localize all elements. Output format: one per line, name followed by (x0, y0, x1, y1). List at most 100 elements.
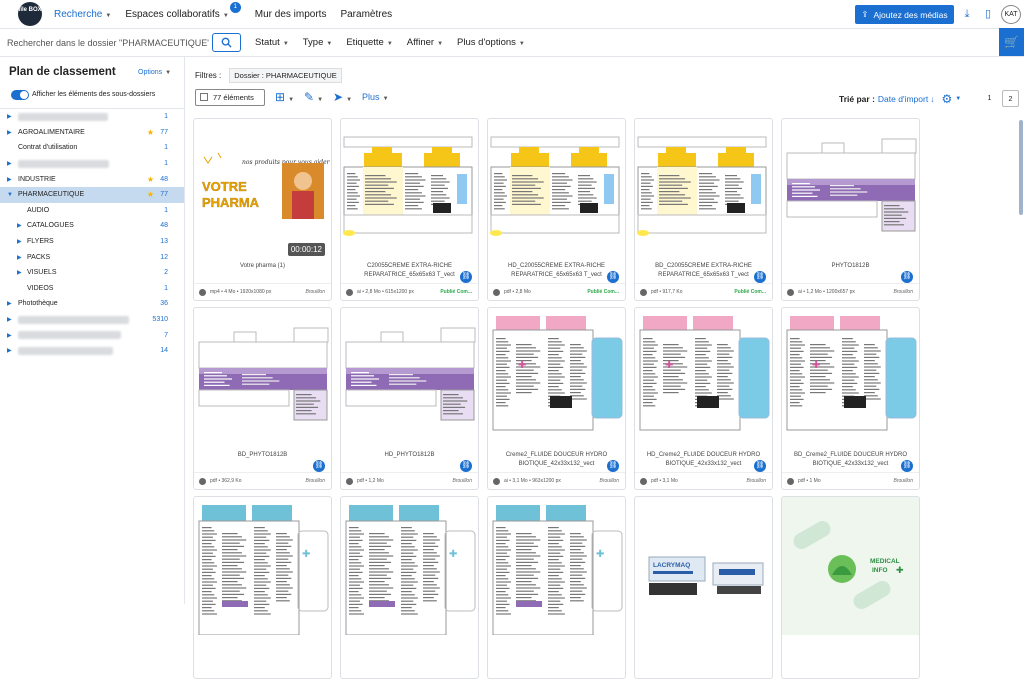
filter-etiquette[interactable]: Etiquette ▼ (346, 37, 392, 48)
card-thumbnail[interactable] (488, 119, 625, 257)
link-icon[interactable]: ⛓ (901, 271, 913, 283)
link-icon[interactable]: ⛓ (754, 460, 766, 472)
tree-node[interactable]: ▶ 1 (0, 156, 184, 172)
card-thumbnail[interactable]: ✚ (341, 497, 478, 635)
filebox-logo[interactable]: file BOX (18, 2, 42, 26)
chevron-down-icon[interactable]: ▼ (7, 192, 13, 198)
tree-node[interactable]: ▶ 7 (0, 327, 184, 343)
tree-node[interactable]: ▶ FLYERS 13 (0, 234, 184, 250)
nav-recherche[interactable]: Recherche ▼ (54, 9, 111, 20)
plus-menu-button[interactable]: Plus ▼ (362, 92, 388, 102)
link-icon[interactable]: ⛓ (313, 460, 325, 472)
card-thumbnail[interactable]: ✚ (194, 497, 331, 635)
add-media-button[interactable]: ⇪ Ajoutez des médias (855, 5, 954, 24)
chevron-right-icon[interactable]: ▶ (7, 176, 12, 183)
page-2-button[interactable]: 2 (1002, 90, 1019, 107)
chevron-right-icon[interactable]: ▶ (7, 300, 12, 307)
tree-node[interactable]: ▶ Photothèque 36 (0, 296, 184, 312)
link-icon[interactable]: ⛓ (607, 271, 619, 283)
media-card[interactable]: ✚ BD_Creme2_FLUIDE DOUCEUR HYDRO BIOTIQU… (781, 307, 920, 490)
card-thumbnail[interactable]: nos produits pour vous aider VOTRE PHARM… (194, 119, 331, 257)
card-thumbnail[interactable] (194, 308, 331, 446)
media-card[interactable]: BD_PHYTO1812B ⛓ pdf • 362,9 Ko Brouillon (193, 307, 332, 490)
send-icon[interactable]: ➤ ▼ (333, 90, 352, 104)
scrollbar[interactable] (1019, 120, 1023, 215)
subfolders-toggle[interactable] (11, 90, 29, 100)
nav-parametres[interactable]: Paramètres (340, 9, 392, 20)
tree-node[interactable]: ▶ PACKS 12 (0, 249, 184, 265)
chevron-right-icon[interactable]: ▶ (7, 129, 12, 136)
filter-statut[interactable]: Statut ▼ (255, 37, 289, 48)
sort-direction-icon[interactable]: ↓ (930, 94, 934, 104)
star-icon[interactable]: ★ (147, 128, 154, 137)
star-icon[interactable]: ★ (147, 190, 154, 199)
card-thumbnail[interactable]: LACRYMAQ (635, 497, 772, 635)
search-button[interactable] (212, 33, 241, 52)
tree-node[interactable]: AUDIO 1 (0, 203, 184, 219)
tree-node[interactable]: ▶ 1 (0, 109, 184, 125)
media-card[interactable]: ✚ (193, 496, 332, 679)
cart-button[interactable]: 🛒 (999, 28, 1024, 56)
sort-value[interactable]: Date d'import (878, 94, 928, 104)
tree-node[interactable]: ▶ INDUSTRIE ★ 48 (0, 171, 184, 187)
card-thumbnail[interactable] (782, 119, 919, 257)
filter-plus-options[interactable]: Plus d'options ▼ (457, 37, 525, 48)
card-thumbnail[interactable]: ✚ (488, 308, 625, 446)
card-thumbnail[interactable]: ✚ (635, 308, 772, 446)
gear-icon[interactable]: ⚙ (941, 92, 952, 106)
media-card[interactable]: ✚ Creme2_FLUIDE DOUCEUR HYDRO BIOTIQUE_4… (487, 307, 626, 490)
card-thumbnail[interactable] (635, 119, 772, 257)
media-card[interactable]: HD_PHYTO1812B ⛓ pdf • 1,2 Mo Brouillon (340, 307, 479, 490)
tree-node[interactable]: VIDEOS 1 (0, 281, 184, 297)
chevron-right-icon[interactable]: ▶ (7, 113, 12, 120)
card-thumbnail[interactable]: ✚ (782, 308, 919, 446)
filter-affiner[interactable]: Affiner ▼ (407, 37, 443, 48)
download-icon[interactable]: ⤓ (961, 8, 973, 20)
tree-node[interactable]: ▶ AGROALIMENTAIRE ★ 77 (0, 125, 184, 141)
media-card[interactable]: C20055CREME EXTRA-RICHE REPARATRICE_65x6… (340, 118, 479, 301)
media-card[interactable]: MEDICAL INFO ✚ (781, 496, 920, 679)
link-icon[interactable]: ⛓ (901, 460, 913, 472)
chevron-right-icon[interactable]: ▶ (7, 347, 12, 354)
star-icon[interactable]: ★ (147, 175, 154, 184)
page-1-button[interactable]: 1 (981, 90, 998, 107)
edit-pencil-icon[interactable]: ✎ ▼ (304, 90, 323, 104)
link-icon[interactable]: ⛓ (460, 460, 472, 472)
search-input[interactable]: Rechercher dans le dossier "PHARMACEUTIQ… (7, 38, 209, 48)
media-card[interactable]: nos produits pour vous aider VOTRE PHARM… (193, 118, 332, 301)
filter-type[interactable]: Type ▼ (303, 37, 333, 48)
select-all-checkbox[interactable]: 77 éléments (195, 88, 265, 106)
link-icon[interactable]: ⛓ (607, 460, 619, 472)
nav-espaces-collaboratifs[interactable]: Espaces collaboratifs ▼ 1 (125, 1, 241, 20)
tree-node[interactable]: ▶ 5310 (0, 312, 184, 328)
tree-node[interactable]: Contrat d'utilisation 1 (0, 140, 184, 156)
clipboard-icon[interactable]: ▯ (982, 8, 994, 20)
tree-node[interactable]: ▶ VISUELS 2 (0, 265, 184, 281)
chevron-right-icon[interactable]: ▶ (17, 222, 22, 229)
filter-chip-dossier[interactable]: Dossier : PHARMACEUTIQUE (229, 68, 342, 83)
media-card[interactable]: ✚ (340, 496, 479, 679)
nav-mur-des-imports[interactable]: Mur des imports (255, 9, 327, 20)
chevron-right-icon[interactable]: ▶ (7, 316, 12, 323)
media-card[interactable]: ✚ HD_Creme2_FLUIDE DOUCEUR HYDRO BIOTIQU… (634, 307, 773, 490)
tree-node[interactable]: ▶ 14 (0, 343, 184, 359)
tree-node[interactable]: ▼ PHARMACEUTIQUE ★ 77 (0, 186, 184, 203)
link-icon[interactable]: ⛓ (754, 271, 766, 283)
chevron-right-icon[interactable]: ▶ (7, 160, 12, 167)
add-file-icon[interactable]: ⊞ ▼ (275, 90, 294, 104)
chevron-right-icon[interactable]: ▶ (17, 269, 22, 276)
link-icon[interactable]: ⛓ (460, 271, 472, 283)
media-card[interactable]: ✚ (487, 496, 626, 679)
media-card[interactable]: BD_C20055CREME EXTRA-RICHE REPARATRICE_6… (634, 118, 773, 301)
media-card[interactable]: HD_C20055CREME EXTRA-RICHE REPARATRICE_6… (487, 118, 626, 301)
card-thumbnail[interactable] (341, 308, 478, 446)
avatar[interactable]: KAT (1001, 5, 1021, 24)
chevron-right-icon[interactable]: ▶ (17, 254, 22, 261)
media-card[interactable]: LACRYMAQ (634, 496, 773, 679)
media-card[interactable]: PHYTO1812B ⛓ ai • 1,2 Mo • 1200x657 px Br… (781, 118, 920, 301)
tree-node[interactable]: ▶ CATALOGUES 48 (0, 218, 184, 234)
chevron-right-icon[interactable]: ▶ (7, 332, 12, 339)
card-thumbnail[interactable]: ✚ (488, 497, 625, 635)
chevron-right-icon[interactable]: ▶ (17, 238, 22, 245)
sidebar-options-button[interactable]: Options ▼ (138, 69, 171, 76)
